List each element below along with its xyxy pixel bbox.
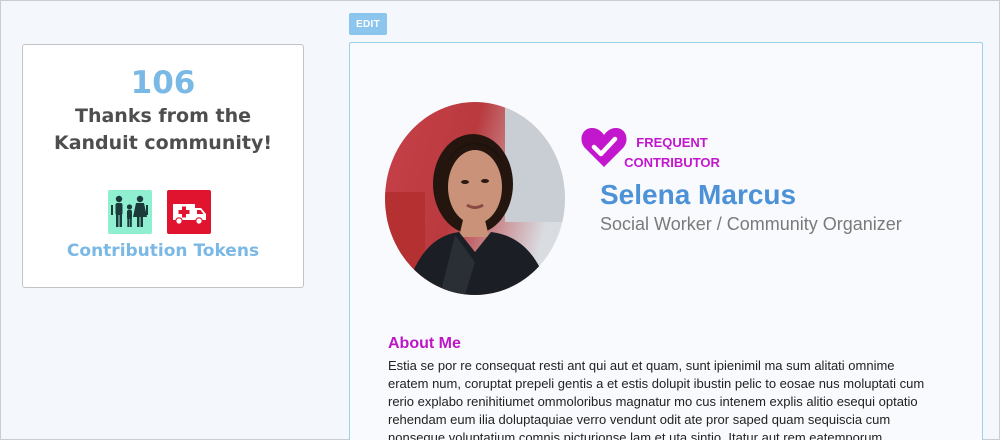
contribution-tokens-label: Contribution Tokens xyxy=(66,241,260,261)
badge-line-1: FREQUENT xyxy=(636,135,708,150)
thanks-text: Thanks from the Kanduit community! xyxy=(53,105,273,154)
about-heading: About Me xyxy=(388,335,461,352)
heart-check-icon xyxy=(580,125,628,169)
about-text: Estia se por re consequat resti ant qui … xyxy=(388,358,925,440)
frequent-contributor-badge: FREQUENT CONTRIBUTOR xyxy=(622,133,722,173)
family-icon[interactable] xyxy=(108,190,152,234)
profile-title: Social Worker / Community Organizer xyxy=(600,214,902,234)
ambulance-icon[interactable] xyxy=(167,190,211,234)
edit-button[interactable]: EDIT xyxy=(349,13,387,35)
profile-card: FREQUENT CONTRIBUTOR Selena Marcus Socia… xyxy=(349,42,983,440)
thanks-count: 106 xyxy=(130,65,196,101)
avatar xyxy=(385,102,565,295)
profile-name: Selena Marcus xyxy=(600,179,797,210)
thanks-card: 106 Thanks from the Kanduit community! C… xyxy=(22,44,304,288)
badge-line-2: CONTRIBUTOR xyxy=(624,155,720,170)
